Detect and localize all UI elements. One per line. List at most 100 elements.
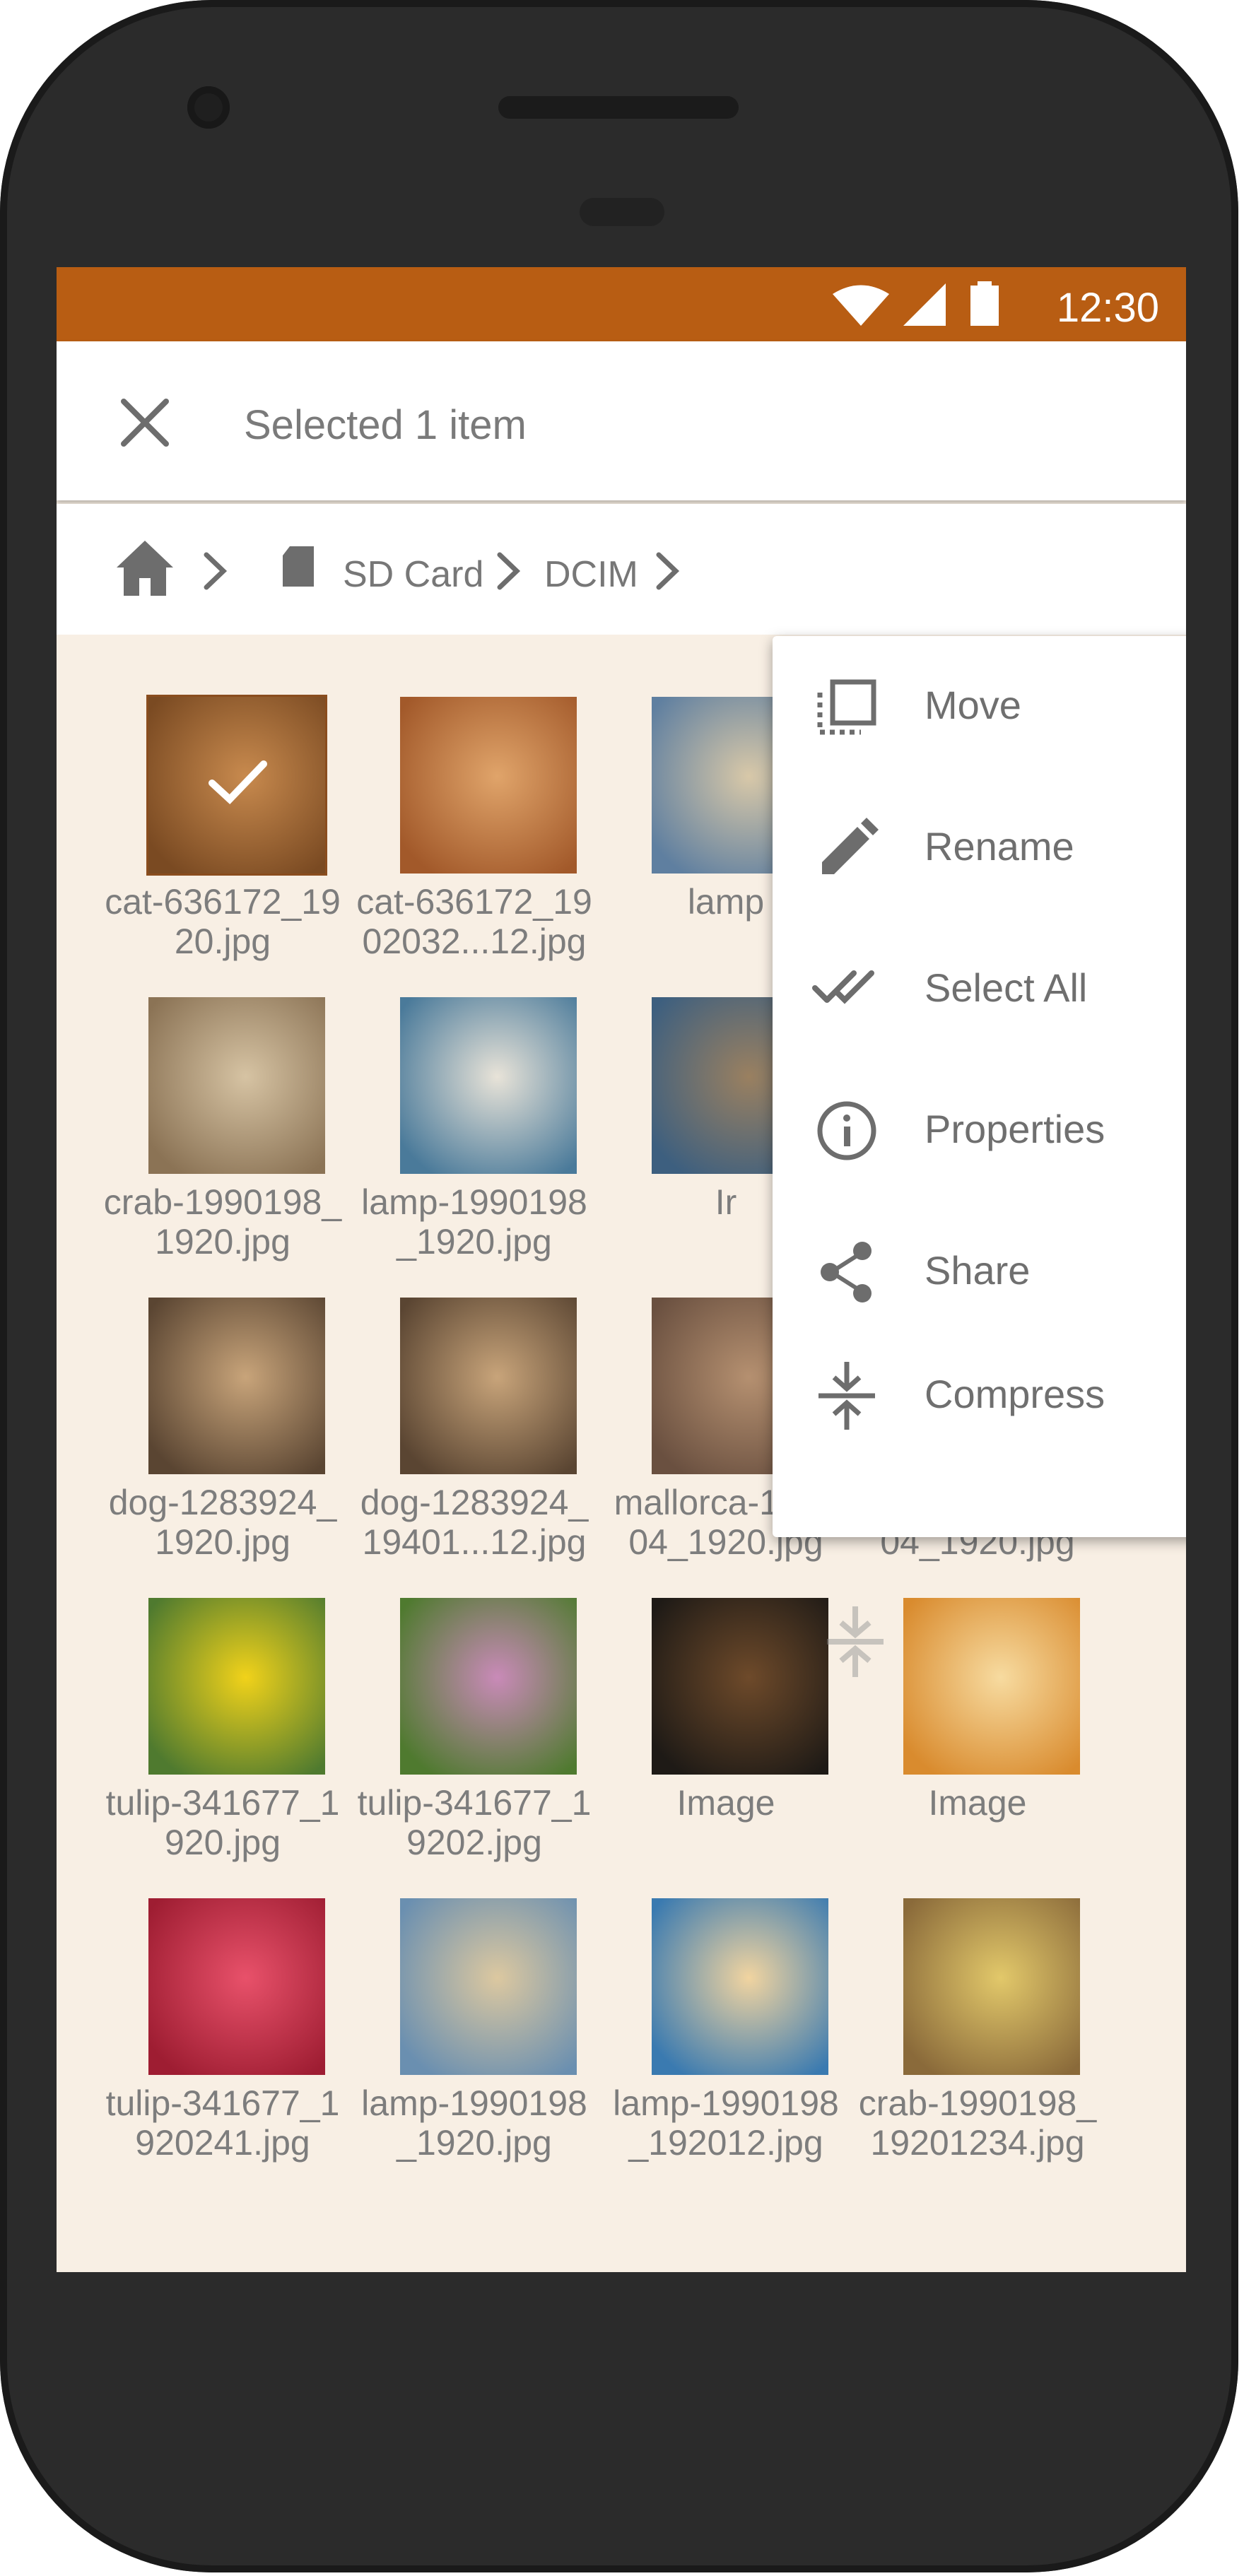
- file-thumbnail[interactable]: [652, 1898, 828, 2075]
- menu-label: Move: [925, 683, 1021, 727]
- file-name: crab-1990198_ 19201234.jpg: [847, 2083, 1108, 2163]
- file-name-line2: 1920.jpg: [155, 1522, 291, 1562]
- file-name: tulip-341677_1 920241.jpg: [92, 2083, 353, 2163]
- chevron-right-icon: [497, 552, 521, 590]
- home-icon[interactable]: [110, 532, 180, 603]
- file-name-line2: 20.jpg: [174, 922, 271, 961]
- file-name-line1: dog-1283924_: [360, 1483, 589, 1522]
- file-thumbnail[interactable]: [652, 1598, 828, 1775]
- file-thumbnail[interactable]: [903, 1898, 1080, 2075]
- file-tile[interactable]: dog-1283924_ 19401...12.jpg: [351, 1298, 591, 1580]
- file-tile[interactable]: lamp-1990198 _1920.jpg: [351, 997, 591, 1280]
- selection-app-bar: Selected 1 item: [57, 341, 1186, 500]
- selection-title: Selected 1 item: [244, 402, 527, 448]
- file-thumbnail[interactable]: [903, 1598, 1080, 1775]
- sd-card-icon: [283, 546, 314, 587]
- menu-item-share[interactable]: Share: [773, 1201, 1186, 1343]
- front-camera: [187, 86, 230, 129]
- file-name: dog-1283924_ 19401...12.jpg: [344, 1483, 605, 1562]
- wifi-icon: [833, 285, 889, 326]
- file-name-line1: tulip-341677_1: [105, 1783, 340, 1823]
- status-bar: 12:30: [57, 267, 1186, 341]
- file-name: tulip-341677_1 920.jpg: [92, 1783, 353, 1862]
- file-thumbnail[interactable]: [148, 1298, 325, 1474]
- compress-icon: [827, 1606, 884, 1677]
- breadcrumb-dcim[interactable]: DCIM: [544, 553, 638, 596]
- file-name-line1: cat-636172_19: [105, 882, 341, 922]
- file-name-line1: lamp-1990198: [613, 2083, 839, 2123]
- file-thumbnail[interactable]: [400, 1298, 577, 1474]
- file-name: cat-636172_19 02032...12.jpg: [344, 882, 605, 961]
- chevron-right-icon: [204, 552, 228, 590]
- file-tile[interactable]: dog-1283924_ 1920.jpg: [99, 1298, 339, 1580]
- file-name-line1: dog-1283924_: [108, 1483, 337, 1522]
- file-tile[interactable]: crab-1990198_ 1920.jpg: [99, 997, 341, 1280]
- file-name: Image: [847, 1783, 1108, 1823]
- file-name-line1: tulip-341677_1: [357, 1783, 592, 1823]
- pencil-icon: [822, 818, 879, 874]
- file-tile[interactable]: Image: [854, 1598, 1094, 1881]
- file-thumbnail[interactable]: [400, 1598, 577, 1775]
- file-name-line1: crab-1990198_: [858, 2083, 1097, 2123]
- menu-item-move[interactable]: Move: [773, 636, 1186, 777]
- file-name-line1: crab-1990198_: [103, 1182, 342, 1222]
- file-name-line1: Image: [676, 1783, 775, 1823]
- file-thumbnail[interactable]: [400, 997, 577, 1174]
- file-name-line2: _1920.jpg: [397, 2123, 552, 2163]
- file-name-line2: _1920.jpg: [397, 1222, 552, 1261]
- close-icon[interactable]: [113, 391, 177, 454]
- chevron-right-icon: [656, 552, 680, 590]
- file-thumbnail[interactable]: [148, 1598, 325, 1775]
- compress-icon: [818, 1362, 875, 1430]
- status-icons: [833, 281, 999, 326]
- file-tile[interactable]: Image: [602, 1598, 843, 1881]
- menu-label: Properties: [925, 1107, 1105, 1151]
- share-icon: [821, 1242, 872, 1302]
- signal-icon: [903, 283, 946, 326]
- double-check-icon: [812, 970, 874, 1004]
- file-name-line2: 920.jpg: [164, 1823, 281, 1862]
- file-thumbnail[interactable]: [146, 695, 327, 876]
- menu-label: Select All: [925, 965, 1088, 1010]
- file-tile[interactable]: tulip-341677_1 920.jpg: [99, 1598, 339, 1881]
- info-icon: [817, 1101, 876, 1160]
- file-name: dog-1283924_ 1920.jpg: [92, 1483, 353, 1562]
- menu-item-properties[interactable]: Properties: [773, 1060, 1186, 1201]
- file-thumbnail[interactable]: [400, 697, 577, 874]
- proximity-sensor: [580, 198, 664, 226]
- file-tile[interactable]: cat-636172_19 02032...12.jpg: [351, 697, 592, 980]
- context-menu: Move Rename Select All Properties Share …: [773, 636, 1186, 1537]
- file-name: crab-1990198_ 1920.jpg: [92, 1182, 353, 1261]
- file-name-line1: tulip-341677_1: [105, 2083, 340, 2123]
- file-name: lamp-1990198 _1920.jpg: [344, 2083, 605, 2163]
- menu-item-compress[interactable]: Compress: [773, 1325, 1186, 1466]
- file-name-line2: 920241.jpg: [135, 2123, 310, 2163]
- file-thumbnail[interactable]: [148, 1898, 325, 2075]
- file-tile[interactable]: crab-1990198_ 19201234.jpg: [854, 1898, 1096, 2181]
- file-name: Image: [595, 1783, 857, 1823]
- file-name-line1: lamp-1990198: [361, 1182, 587, 1222]
- file-tile[interactable]: lamp-1990198 _1920.jpg: [351, 1898, 591, 2181]
- file-name-line1: lamp-1990198: [361, 2083, 587, 2123]
- file-tile[interactable]: lamp-1990198 _192012.jpg: [602, 1898, 843, 2181]
- phone-frame: 12:30 Selected 1 item SD Card DCIM cat-6…: [0, 0, 1238, 2572]
- breadcrumb-sd-card[interactable]: SD Card: [343, 553, 483, 596]
- screen: 12:30 Selected 1 item SD Card DCIM cat-6…: [57, 267, 1186, 2272]
- file-name: lamp-1990198 _192012.jpg: [595, 2083, 857, 2163]
- file-thumbnail[interactable]: [148, 997, 325, 1174]
- menu-item-rename[interactable]: Rename: [773, 777, 1186, 919]
- file-name: tulip-341677_1 9202.jpg: [344, 1783, 605, 1862]
- menu-item-select-all[interactable]: Select All: [773, 919, 1186, 1060]
- file-name-line2: _192012.jpg: [628, 2123, 823, 2163]
- breadcrumb: SD Card DCIM: [57, 504, 1186, 635]
- menu-label: Share: [925, 1248, 1031, 1293]
- file-tile[interactable]: cat-636172_19 20.jpg: [99, 695, 341, 980]
- file-name-line2: 1920.jpg: [155, 1222, 291, 1261]
- file-name-line2: 19401...12.jpg: [362, 1522, 587, 1562]
- file-name-line1: Image: [928, 1783, 1027, 1823]
- earpiece-speaker: [498, 96, 739, 119]
- file-tile[interactable]: tulip-341677_1 920241.jpg: [99, 1898, 339, 2181]
- file-name-line1: cat-636172_19: [356, 882, 592, 922]
- file-thumbnail[interactable]: [400, 1898, 577, 2075]
- file-tile[interactable]: tulip-341677_1 9202.jpg: [351, 1598, 591, 1881]
